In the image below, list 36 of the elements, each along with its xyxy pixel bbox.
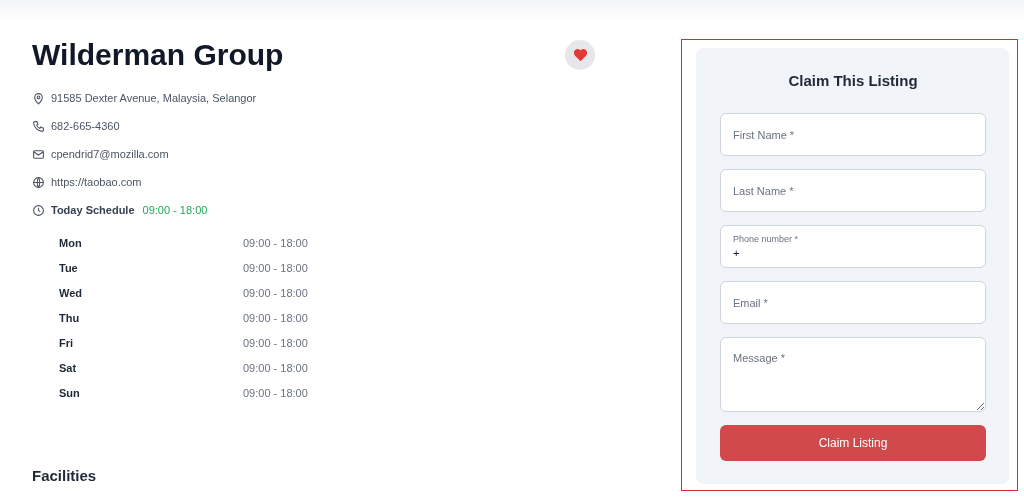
day-name: Tue bbox=[59, 261, 79, 274]
location-pin-icon bbox=[32, 91, 45, 105]
opening-hours: 09:00 - 18:00 bbox=[243, 361, 308, 374]
favorite-button[interactable] bbox=[565, 40, 595, 70]
opening-hours: 09:00 - 18:00 bbox=[243, 286, 308, 299]
globe-icon bbox=[32, 175, 45, 189]
opening-hours: 09:00 - 18:00 bbox=[243, 311, 308, 324]
contact-text: 91585 Dexter Avenue, Malaysia, Selangor bbox=[51, 92, 257, 104]
envelope-icon bbox=[32, 147, 45, 161]
heart-icon bbox=[573, 49, 587, 61]
today-schedule-label: Today Schedule bbox=[51, 204, 135, 216]
day-name: Thu bbox=[59, 311, 81, 324]
form-title: Claim This Listing bbox=[787, 72, 919, 89]
opening-hours: 09:00 - 18:00 bbox=[243, 386, 308, 399]
day-name: Mon bbox=[59, 236, 83, 249]
day-name: Sat bbox=[59, 361, 78, 374]
opening-hours: 09:00 - 18:00 bbox=[243, 236, 308, 249]
phone-field[interactable]: Phone number * + bbox=[720, 225, 986, 268]
listing-title: Wilderman Group bbox=[32, 38, 284, 72]
day-name: Sun bbox=[59, 386, 81, 399]
opening-hours: 09:00 - 18:00 bbox=[243, 261, 308, 274]
phone-icon bbox=[32, 119, 45, 133]
facilities-heading: Facilities bbox=[32, 467, 98, 484]
claim-listing-button[interactable]: Claim Listing bbox=[720, 425, 986, 461]
contact-text[interactable]: cpendrid7@mozilla.com bbox=[51, 148, 169, 160]
input-field[interactable]: Last Name * bbox=[720, 169, 986, 212]
input-field[interactable]: Email * bbox=[720, 281, 986, 324]
clock-icon bbox=[32, 203, 45, 217]
contact-text: 682-665-4360 bbox=[51, 120, 120, 132]
message-field[interactable]: Message * bbox=[720, 337, 986, 412]
day-name: Fri bbox=[59, 336, 75, 349]
contact-text[interactable]: https://taobao.com bbox=[51, 176, 142, 188]
today-hours: 09:00 - 18:00 bbox=[142, 204, 208, 216]
opening-hours: 09:00 - 18:00 bbox=[243, 336, 308, 349]
input-field[interactable]: First Name * bbox=[720, 113, 986, 156]
day-name: Wed bbox=[59, 286, 84, 299]
